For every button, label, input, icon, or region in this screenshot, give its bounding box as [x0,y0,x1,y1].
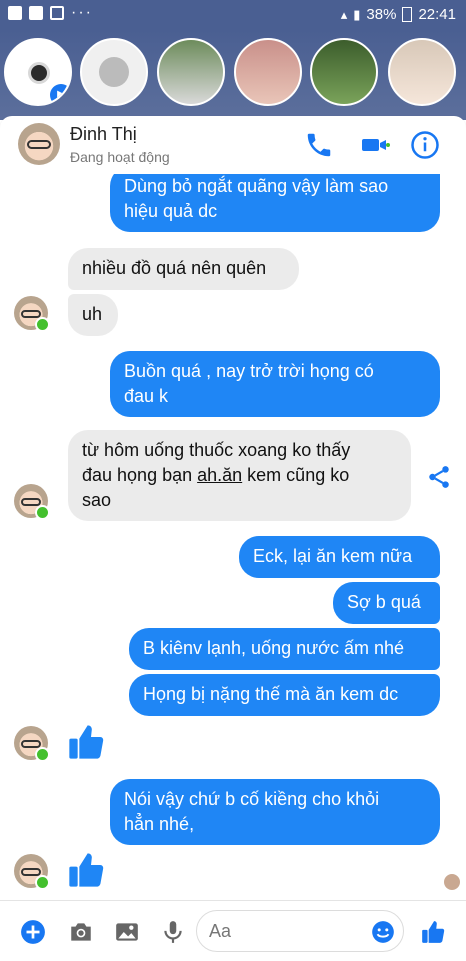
message-text: kem cũng ko [242,465,350,485]
message-thread[interactable]: Dùng bỏ ngắt quãng vậy làm sao hiệu quả … [0,174,466,900]
camera-lens-icon [28,62,50,84]
microphone-icon[interactable] [160,919,186,945]
message-line: uh [82,304,103,324]
share-icon[interactable] [426,464,452,490]
online-indicator [35,505,50,520]
chat-head-contact-2[interactable] [234,38,302,106]
wifi-icon: ▴ [340,6,348,22]
read-receipt-avatar [444,874,460,890]
message-bubble-outgoing[interactable]: Nói vậy chứ b cố kiềng cho khỏi hẳn nhé, [110,779,440,845]
avatar-glasses [21,498,41,506]
contact-avatar[interactable] [18,123,60,165]
contact-avatar-small[interactable] [14,296,50,332]
chat-head-contact-4[interactable] [388,38,456,106]
like-thumb-icon[interactable] [66,850,106,890]
notification-icons: ··· [8,4,93,21]
more-notifications-icon: ··· [71,4,93,21]
online-indicator [35,747,50,762]
messenger-icon [99,57,129,87]
avatar-glasses [27,140,51,149]
message-link[interactable]: ah.ăn [197,465,242,485]
message-text: đau họng bạn [82,465,198,485]
info-icon[interactable] [410,130,440,160]
like-button-icon[interactable] [420,919,446,945]
avatar-glasses [21,868,41,876]
message-line: Eck, lại ăn kem nữa [253,546,413,566]
status-bar: ··· ▴ ▮ 38% 22:41 [0,0,466,30]
app-icon [29,6,43,20]
clock: 22:41 [418,6,456,23]
message-composer: Aa [0,900,466,961]
gallery-icon[interactable] [114,919,140,945]
message-line: Buồn quá , nay trở trời họng có [124,361,374,381]
message-bubble-outgoing[interactable]: Dùng bỏ ngắt quãng vậy làm sao hiệu quả … [110,174,440,232]
chat-head-contact-1[interactable] [157,38,225,106]
message-line: đau họng bạn ah.ăn kem cũng ko [82,463,397,488]
system-status: ▴ ▮ 38% 22:41 [341,6,456,23]
message-line: Dùng bỏ ngắt quãng vậy làm sao [124,176,389,196]
message-line: Họng bị nặng thế mà ăn kem dc [143,684,399,704]
message-line: sao [82,490,112,510]
like-thumb-icon[interactable] [66,722,106,762]
message-bubble-outgoing[interactable]: B kiênv lạnh, uống nước ấm nhé [129,628,440,670]
facebook-icon [8,6,22,20]
message-bubble-outgoing[interactable]: Eck, lại ăn kem nữa [239,536,440,578]
play-icon [50,6,64,20]
online-indicator [35,317,50,332]
message-input-placeholder: Aa [209,921,232,941]
message-line: hiệu quả dc [124,201,218,221]
message-bubble-outgoing[interactable]: Buồn quá , nay trở trời họng có đau k [110,351,440,417]
message-bubble-incoming[interactable]: từ hôm uống thuốc xoang ko thấy đau họng… [68,430,411,521]
message-line: từ hôm uống thuốc xoang ko thấy [82,440,351,460]
message-line: B kiênv lạnh, uống nước ấm nhé [143,638,405,658]
plus-icon[interactable] [20,919,46,945]
contact-avatar-small[interactable] [14,854,50,890]
contact-name[interactable]: Đinh Thị [70,124,137,145]
message-line: nhiều đồ quá nên quên [82,258,267,278]
messenger-chat-head[interactable] [80,38,148,106]
online-indicator [35,875,50,890]
chat-head-contact-3[interactable] [310,38,378,106]
message-bubble-outgoing[interactable]: Sợ b quá [333,582,440,624]
avatar-glasses [21,310,41,318]
battery-level: 38% [366,6,397,23]
message-line: Sợ b quá [347,592,421,612]
message-bubble-outgoing[interactable]: Họng bị nặng thế mà ăn kem dc [129,674,440,716]
camera-chat-head[interactable]: ▶ [4,38,72,106]
play-badge-icon: ▶ [50,84,70,104]
avatar-glasses [21,740,41,748]
video-call-icon[interactable] [360,130,390,160]
chat-heads-bar: ▶ [0,30,466,120]
message-line: Nói vậy chứ b cố kiềng cho khỏi [124,789,380,809]
message-line: hẳn nhé, [124,814,195,834]
signal-icon: ▮ [353,6,361,22]
contact-avatar-small[interactable] [14,726,50,762]
message-line: đau k [124,386,169,406]
camera-icon[interactable] [68,919,94,945]
contact-avatar-small[interactable] [14,484,50,520]
phone-icon[interactable] [304,130,334,160]
emoji-icon[interactable] [370,919,396,945]
message-bubble-incoming[interactable]: uh [68,294,118,336]
message-bubble-incoming[interactable]: nhiều đồ quá nên quên [68,248,299,290]
contact-status: Đang hoạt động [70,149,170,165]
conversation-header: Đinh Thị Đang hoạt động [0,116,466,174]
battery-icon [402,7,413,22]
